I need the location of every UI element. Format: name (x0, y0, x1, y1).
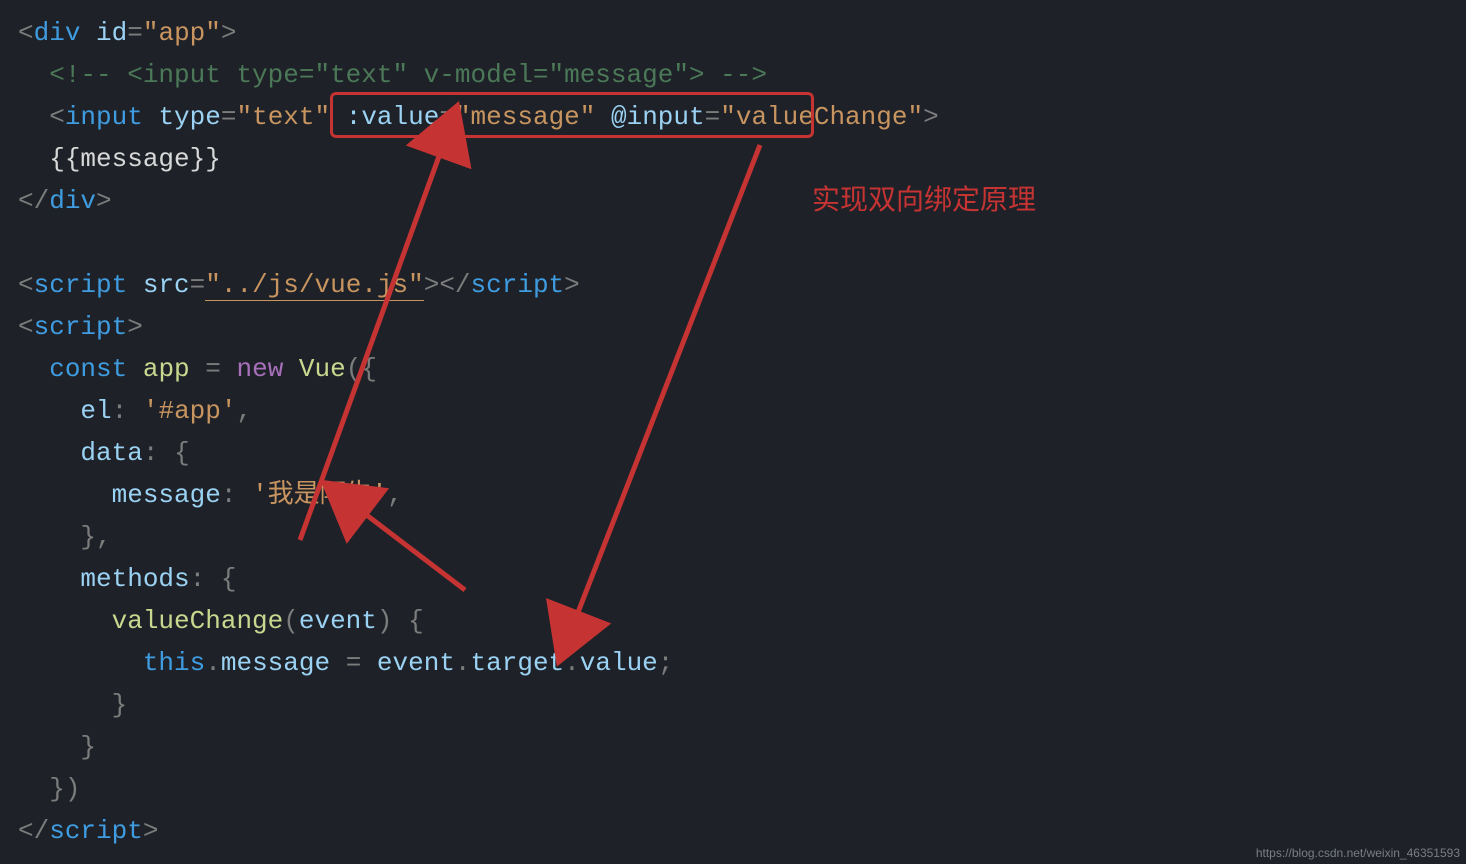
code-token: "app" (143, 18, 221, 48)
code-token: "../js/vue.js" (205, 270, 423, 301)
code-token: : (112, 396, 128, 426)
code-token: = (127, 18, 143, 48)
code-token: script (49, 816, 143, 846)
code-token: < (18, 312, 34, 342)
code-token: data (80, 438, 142, 468)
code-token (236, 480, 252, 510)
code-token: "message" (455, 102, 595, 132)
code-token: < (49, 102, 65, 132)
code-token: div (34, 18, 81, 48)
code-token: script (471, 270, 565, 300)
code-token: } (80, 732, 96, 762)
code-token: : (143, 438, 159, 468)
code-token: = (221, 102, 237, 132)
code-token: ) (377, 606, 393, 636)
code-token (205, 564, 221, 594)
code-token: . (455, 648, 471, 678)
code-token: "text" (236, 102, 330, 132)
code-token: = (705, 102, 721, 132)
code-token (283, 354, 299, 384)
code-token: target (471, 648, 565, 678)
code-token: src (143, 270, 190, 300)
code-token: }, (80, 522, 111, 552)
code-token: el (80, 396, 111, 426)
code-token: @input (611, 102, 705, 132)
code-token (595, 102, 611, 132)
code-token: type (158, 102, 220, 132)
code-token: = (190, 270, 206, 300)
code-token: const (49, 354, 127, 384)
code-token: , (387, 480, 403, 510)
code-token: message (112, 480, 221, 510)
code-token: '我是阿牛' (252, 480, 387, 510)
code-token: > (143, 816, 159, 846)
code-token: ; (658, 648, 674, 678)
code-token: id (96, 18, 127, 48)
code-token: > (221, 18, 237, 48)
code-token (127, 396, 143, 426)
code-token: { (174, 438, 190, 468)
code-token: { (408, 606, 424, 636)
code-token: "valueChange" (720, 102, 923, 132)
code-token: new (236, 354, 283, 384)
code-token: . (205, 648, 221, 678)
code-token: event (299, 606, 377, 636)
code-token: }) (49, 774, 80, 804)
code-token: . (564, 648, 580, 678)
code-token: {{message}} (49, 144, 221, 174)
code-token: event (377, 648, 455, 678)
code-token (330, 648, 346, 678)
code-token: Vue (299, 354, 346, 384)
code-token: script (34, 312, 128, 342)
code-token: value (580, 648, 658, 678)
code-token (158, 438, 174, 468)
code-token: > (923, 102, 939, 132)
code-token: = (439, 102, 455, 132)
code-token: app (143, 354, 190, 384)
code-token (330, 102, 346, 132)
code-token: </ (18, 186, 49, 216)
code-token: > (424, 270, 440, 300)
code-token: <!-- <input type="text" v-model="message… (49, 60, 767, 90)
code-token: > (564, 270, 580, 300)
code-token (127, 270, 143, 300)
code-token (127, 354, 143, 384)
code-token (143, 102, 159, 132)
code-token: = (346, 648, 362, 678)
code-editor: <div id="app"> <!-- <input type="text" v… (0, 0, 1466, 864)
code-token: div (49, 186, 96, 216)
code-token: < (18, 18, 34, 48)
code-token: script (34, 270, 128, 300)
code-token: ({ (346, 354, 377, 384)
code-token: } (112, 690, 128, 720)
code-token: = (205, 354, 221, 384)
code-token: > (96, 186, 112, 216)
code-token: </ (18, 816, 49, 846)
code-token: > (127, 312, 143, 342)
code-token: , (236, 396, 252, 426)
code-token (80, 18, 96, 48)
code-token (361, 648, 377, 678)
code-token: :value (346, 102, 440, 132)
code-token (393, 606, 409, 636)
code-token: input (65, 102, 143, 132)
code-token: : (190, 564, 206, 594)
code-token (190, 354, 206, 384)
code-token: methods (80, 564, 189, 594)
code-token: { (221, 564, 237, 594)
code-token: valueChange (112, 606, 284, 636)
code-token: < (18, 270, 34, 300)
code-token: message (221, 648, 330, 678)
code-token: ( (283, 606, 299, 636)
code-token: </ (439, 270, 470, 300)
code-token: '#app' (143, 396, 237, 426)
code-token (221, 354, 237, 384)
code-token: : (221, 480, 237, 510)
code-token: this (143, 648, 205, 678)
